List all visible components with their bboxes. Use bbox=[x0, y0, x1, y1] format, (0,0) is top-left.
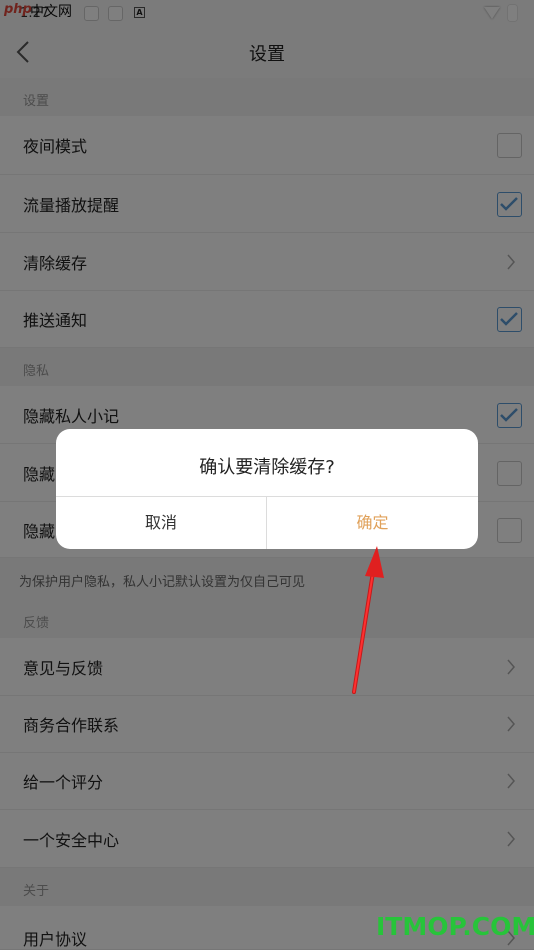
cancel-button[interactable]: 取消 bbox=[56, 497, 266, 549]
annotation-arrow-icon bbox=[352, 546, 384, 694]
confirm-dialog: 确认要清除缓存? 取消 确定 bbox=[56, 429, 478, 549]
dialog-message: 确认要清除缓存? bbox=[199, 457, 335, 478]
watermark-bottom: ITMOP.COM bbox=[376, 912, 534, 941]
